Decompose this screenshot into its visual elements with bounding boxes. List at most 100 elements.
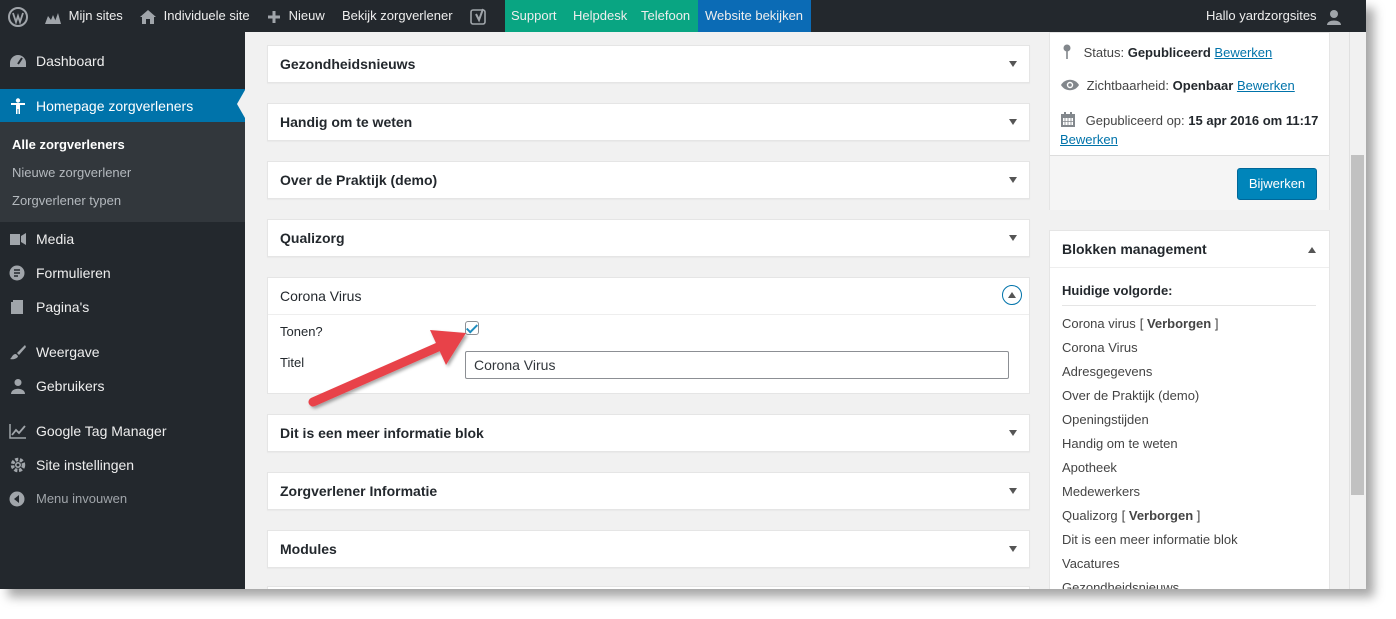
edit-date-row: Bewerken	[1060, 132, 1118, 147]
block-name: Handig om te weten	[1062, 436, 1178, 451]
menu-pages-label: Pagina's	[36, 299, 90, 315]
menu-dashboard[interactable]: Dashboard	[0, 44, 245, 78]
expand-arrow-icon[interactable]	[1009, 119, 1017, 125]
submenu-provider-types[interactable]: Zorgverlener typen	[12, 193, 121, 208]
visibility-value: Openbaar	[1172, 78, 1234, 93]
dashboard-icon	[10, 55, 26, 67]
calendar-icon	[1061, 112, 1075, 127]
block-order-item: Corona Virus	[1062, 340, 1138, 355]
hidden-tag: [ Verborgen ]	[1139, 316, 1219, 331]
collapse-menu[interactable]: Menu invouwen	[0, 482, 245, 516]
metabox-title: Gezondheidsnieuws	[280, 56, 416, 72]
chart-line-icon	[9, 424, 26, 439]
expand-arrow-icon[interactable]	[1009, 177, 1017, 183]
collapse-menu-label: Menu invouwen	[36, 491, 128, 506]
wordpress-logo-icon[interactable]	[8, 0, 28, 32]
metabox-provider-info[interactable]: Zorgverlener Informatie	[267, 472, 1030, 510]
menu-homepage-label: Homepage zorgverleners	[36, 98, 194, 114]
support-link[interactable]: Support	[505, 0, 571, 32]
plus-icon	[268, 10, 280, 23]
pin-icon	[1063, 44, 1071, 59]
admin-bar: Mijn sites Individuele site Nieuw Bekijk…	[0, 0, 1366, 32]
expand-arrow-icon[interactable]	[1009, 235, 1017, 241]
block-order-item: Qualizorg[ Verborgen ]	[1062, 508, 1200, 523]
media-icon	[10, 233, 26, 245]
my-sites-menu[interactable]: Mijn sites	[44, 0, 123, 32]
block-name: Gezondheidsnieuws	[1062, 580, 1180, 589]
helpdesk-link[interactable]: Helpdesk	[567, 0, 637, 32]
account-menu[interactable]: Hallo yardzorgsites	[1206, 0, 1342, 32]
metabox-title: Qualizorg	[280, 230, 345, 246]
publish-actions: Bijwerken	[1050, 155, 1329, 210]
new-label: Nieuw	[288, 8, 325, 23]
active-menu-notch	[237, 90, 245, 118]
block-name: Apotheek	[1062, 460, 1117, 475]
update-button[interactable]: Bijwerken	[1237, 168, 1317, 200]
metabox-title: Handig om te weten	[280, 114, 413, 130]
submenu-new-provider[interactable]: Nieuwe zorgverlener	[12, 165, 131, 180]
site-menu[interactable]: Individuele site	[139, 0, 250, 32]
edit-visibility-link[interactable]: Bewerken	[1237, 78, 1295, 93]
block-order-item: Apotheek	[1062, 460, 1117, 475]
home-icon	[140, 9, 156, 24]
status-value: Gepubliceerd	[1127, 45, 1211, 60]
menu-media-label: Media	[36, 231, 75, 247]
block-name: Adresgegevens	[1062, 364, 1153, 379]
person-icon	[11, 98, 25, 114]
menu-pages[interactable]: Pagina's	[0, 290, 245, 324]
expand-arrow-icon[interactable]	[1009, 488, 1017, 494]
expand-arrow-icon[interactable]	[1009, 61, 1017, 67]
metabox-header[interactable]: Corona Virus	[268, 278, 1029, 315]
publish-box: Status: Gepubliceerd Bewerken Zichtbaarh…	[1049, 32, 1330, 210]
block-order-item: Adresgegevens	[1062, 364, 1152, 379]
blocks-title: Blokken management	[1062, 241, 1207, 257]
menu-media[interactable]: Media	[0, 222, 245, 256]
menu-site-settings[interactable]: Site instellingen	[0, 448, 245, 482]
title-input[interactable]: Corona Virus	[465, 351, 1009, 379]
metabox-title: Corona Virus	[280, 288, 362, 304]
menu-appearance-label: Weergave	[36, 344, 100, 360]
blocks-header[interactable]: Blokken management	[1050, 231, 1329, 268]
block-order-item: Handig om te weten	[1062, 436, 1178, 451]
website-link[interactable]: Website bekijken	[698, 0, 811, 32]
expand-arrow-icon[interactable]	[1009, 430, 1017, 436]
metabox-more-info-block[interactable]: Dit is een meer informatie blok	[267, 414, 1030, 452]
block-order-item: Openingstijden	[1062, 412, 1149, 427]
greeting-label: Hallo yardzorgsites	[1206, 8, 1317, 23]
metabox-handy-to-know[interactable]: Handig om te weten	[267, 103, 1030, 141]
chevron-up-icon[interactable]	[1308, 247, 1316, 253]
site-label: Individuele site	[163, 8, 250, 23]
submenu: Alle zorgverleners Nieuwe zorgverlener Z…	[0, 122, 245, 222]
menu-google-tag-manager[interactable]: Google Tag Manager	[0, 414, 245, 448]
published-label: Gepubliceerd op:	[1085, 113, 1185, 128]
metabox-modules[interactable]: Modules	[267, 530, 1030, 568]
phone-link[interactable]: Telefoon	[635, 0, 701, 32]
metabox-qualizorg[interactable]: Qualizorg	[267, 219, 1030, 257]
scrollbar-thumb[interactable]	[1351, 155, 1364, 495]
collapse-button[interactable]	[1002, 285, 1022, 305]
block-name: Vacatures	[1062, 556, 1120, 571]
edit-date-link[interactable]: Bewerken	[1060, 132, 1118, 147]
menu-users-label: Gebruikers	[36, 378, 105, 394]
block-name: Openingstijden	[1062, 412, 1149, 427]
new-menu[interactable]: Nieuw	[266, 0, 325, 32]
block-name: Corona virus	[1062, 316, 1136, 331]
metabox-about-practice[interactable]: Over de Praktijk (demo)	[267, 161, 1030, 199]
block-name: Over de Praktijk (demo)	[1062, 388, 1200, 403]
yoast-icon[interactable]	[470, 0, 488, 32]
menu-forms-label: Formulieren	[36, 265, 111, 281]
pages-icon	[11, 300, 23, 314]
chevron-up-icon	[1008, 292, 1016, 298]
menu-users[interactable]: Gebruikers	[0, 369, 245, 403]
metabox-partial	[267, 586, 1030, 589]
eye-icon	[1061, 79, 1079, 91]
expand-arrow-icon[interactable]	[1009, 546, 1017, 552]
menu-forms[interactable]: Formulieren	[0, 256, 245, 290]
edit-status-link[interactable]: Bewerken	[1214, 45, 1272, 60]
submenu-all-providers[interactable]: Alle zorgverleners	[12, 137, 125, 152]
menu-homepage-providers[interactable]: Homepage zorgverleners	[0, 89, 245, 123]
block-order-item: Gezondheidsnieuws	[1062, 580, 1179, 589]
menu-appearance[interactable]: Weergave	[0, 335, 245, 369]
view-provider-link[interactable]: Bekijk zorgverlener	[342, 0, 453, 32]
metabox-health-news[interactable]: Gezondheidsnieuws	[267, 45, 1030, 83]
